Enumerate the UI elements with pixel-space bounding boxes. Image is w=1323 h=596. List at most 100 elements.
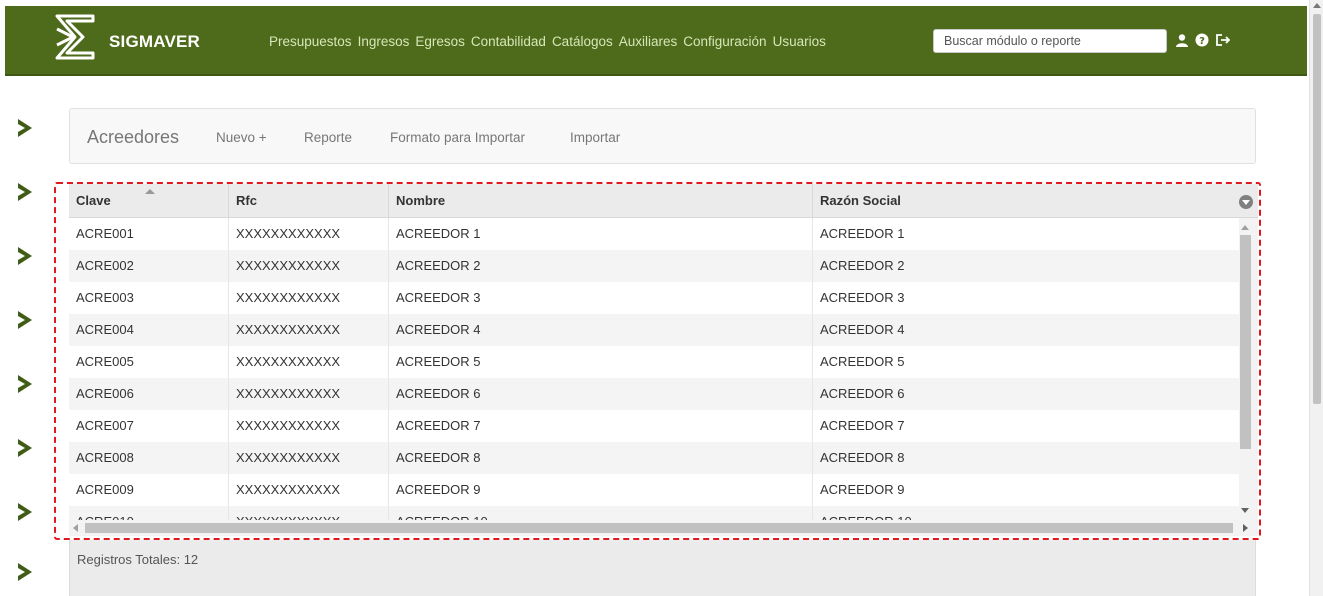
- chevron-right-icon[interactable]: [14, 561, 36, 583]
- module-toolbar: Acreedores Nuevo + Reporte Formato para …: [69, 108, 1256, 164]
- column-header-label: Nombre: [396, 193, 446, 208]
- search-input[interactable]: [933, 29, 1167, 53]
- cell-rfc: XXXXXXXXXXXX: [229, 346, 389, 378]
- top-navbar: SIGMAVER Presupuestos Ingresos Egresos C…: [5, 6, 1307, 76]
- scroll-down-arrow-icon[interactable]: [1241, 508, 1249, 513]
- chevron-right-icon[interactable]: [14, 437, 36, 459]
- cell-rfc: XXXXXXXXXXXX: [229, 218, 389, 250]
- grid-vertical-scrollbar[interactable]: [1239, 218, 1258, 520]
- menu-item-ingresos[interactable]: Ingresos: [358, 34, 410, 49]
- cell-nombre: ACREEDOR 2: [389, 250, 813, 282]
- column-header-rfc[interactable]: Rfc: [229, 184, 389, 218]
- cell-nombre: ACREEDOR 5: [389, 346, 813, 378]
- column-header-razon-social[interactable]: Razón Social: [813, 184, 1239, 218]
- total-records-label: Registros Totales: 12: [77, 552, 199, 567]
- chevron-right-icon[interactable]: [14, 245, 36, 267]
- main-menu: Presupuestos Ingresos Egresos Contabilid…: [269, 34, 826, 49]
- cell-nombre: ACREEDOR 3: [389, 282, 813, 314]
- scroll-up-arrow-icon[interactable]: [1241, 225, 1249, 230]
- menu-item-contabilidad[interactable]: Contabilidad: [471, 34, 546, 49]
- report-button[interactable]: Reporte: [304, 130, 352, 145]
- cell-clave: ACRE005: [69, 346, 229, 378]
- table-row[interactable]: ACRE006 XXXXXXXXXXXX ACREEDOR 6 ACREEDOR…: [69, 378, 1239, 410]
- table-row[interactable]: ACRE009 XXXXXXXXXXXX ACREEDOR 9 ACREEDOR…: [69, 474, 1239, 506]
- cell-rfc: XXXXXXXXXXXX: [229, 314, 389, 346]
- cell-razon-social: ACREEDOR 7: [820, 418, 905, 433]
- table-row[interactable]: ACRE004 XXXXXXXXXXXX ACREEDOR 4 ACREEDOR…: [69, 314, 1239, 346]
- column-header-label: Razón Social: [820, 193, 901, 208]
- cell-clave: ACRE008: [69, 442, 229, 474]
- table-row[interactable]: ACRE008 XXXXXXXXXXXX ACREEDOR 8 ACREEDOR…: [69, 442, 1239, 474]
- cell-clave: ACRE007: [69, 410, 229, 442]
- page-title: Acreedores: [87, 127, 180, 147]
- nav-icons: ?: [1175, 33, 1231, 47]
- menu-item-auxiliares[interactable]: Auxiliares: [619, 34, 678, 49]
- creditors-grid: Clave Rfc Nombre Razón Social ACRE001 XX…: [69, 184, 1258, 536]
- chevron-right-icon[interactable]: [14, 117, 36, 139]
- user-icon[interactable]: [1175, 33, 1189, 47]
- menu-item-catalogos[interactable]: Catálogos: [552, 34, 613, 49]
- new-button[interactable]: Nuevo +: [216, 130, 267, 145]
- cell-razon-social: ACREEDOR 4: [820, 322, 905, 337]
- table-row[interactable]: ACRE002 XXXXXXXXXXXX ACREEDOR 2 ACREEDOR…: [69, 250, 1239, 282]
- cell-rfc: XXXXXXXXXXXX: [229, 250, 389, 282]
- import-button[interactable]: Importar: [570, 130, 620, 145]
- sort-ascending-icon: [145, 189, 155, 194]
- table-row[interactable]: ACRE005 XXXXXXXXXXXX ACREEDOR 5 ACREEDOR…: [69, 346, 1239, 378]
- table-row[interactable]: ACRE007 XXXXXXXXXXXX ACREEDOR 7 ACREEDOR…: [69, 410, 1239, 442]
- menu-item-configuracion[interactable]: Configuración: [683, 34, 766, 49]
- cell-nombre: ACREEDOR 6: [389, 378, 813, 410]
- cell-razon-social: ACREEDOR 9: [820, 482, 905, 497]
- table-row[interactable]: ACRE001 XXXXXXXXXXXX ACREEDOR 1 ACREEDOR…: [69, 218, 1239, 250]
- cell-clave: ACRE003: [69, 282, 229, 314]
- cell-rfc: XXXXXXXXXXXX: [229, 378, 389, 410]
- cell-rfc: XXXXXXXXXXXX: [229, 282, 389, 314]
- grid-body: ACRE001 XXXXXXXXXXXX ACREEDOR 1 ACREEDOR…: [69, 218, 1239, 520]
- menu-item-presupuestos[interactable]: Presupuestos: [269, 34, 352, 49]
- grid-vertical-scrollbar-thumb[interactable]: [1240, 235, 1251, 449]
- cell-razon-social: ACREEDOR 3: [820, 290, 905, 305]
- grid-footer: Registros Totales: 12: [69, 540, 1256, 596]
- column-header-label: Rfc: [236, 193, 257, 208]
- cell-nombre: ACREEDOR 1: [389, 218, 813, 250]
- column-menu-icon[interactable]: [1239, 195, 1253, 209]
- column-header-nombre[interactable]: Nombre: [389, 184, 813, 218]
- table-row[interactable]: ACRE003 XXXXXXXXXXXX ACREEDOR 3 ACREEDOR…: [69, 282, 1239, 314]
- cell-razon-social: ACREEDOR 2: [820, 258, 905, 273]
- chevron-right-icon[interactable]: [14, 181, 36, 203]
- cell-razon-social: ACREEDOR 1: [820, 226, 905, 241]
- table-row[interactable]: ACRE010 XXXXXXXXXXXX ACREEDOR 10 ACREEDO…: [69, 506, 1239, 520]
- grid-header: Clave Rfc Nombre Razón Social: [69, 184, 1258, 218]
- cell-clave: ACRE002: [69, 250, 229, 282]
- page-scrollbar-thumb[interactable]: [1313, 14, 1321, 404]
- cell-razon-social: ACREEDOR 8: [820, 450, 905, 465]
- cell-clave: ACRE006: [69, 378, 229, 410]
- import-format-button[interactable]: Formato para Importar: [390, 130, 525, 145]
- menu-item-egresos[interactable]: Egresos: [415, 34, 465, 49]
- brand-name[interactable]: SIGMAVER: [109, 32, 200, 52]
- grid-horizontal-scrollbar[interactable]: [69, 520, 1258, 536]
- cell-nombre: ACREEDOR 4: [389, 314, 813, 346]
- chevron-right-icon[interactable]: [14, 373, 36, 395]
- cell-razon-social: ACREEDOR 10: [813, 506, 1239, 520]
- help-icon[interactable]: ?: [1195, 33, 1209, 47]
- cell-rfc: XXXXXXXXXXXX: [229, 410, 389, 442]
- scroll-up-arrow-icon[interactable]: [1313, 3, 1321, 8]
- menu-item-usuarios[interactable]: Usuarios: [773, 34, 826, 49]
- chevron-right-icon[interactable]: [14, 309, 36, 331]
- cell-clave: ACRE001: [69, 218, 229, 250]
- cell-razon-social: ACREEDOR 5: [820, 354, 905, 369]
- sigmaver-logo-icon[interactable]: [53, 12, 97, 62]
- grid-horizontal-scrollbar-thumb[interactable]: [85, 523, 1233, 533]
- cell-nombre: ACREEDOR 10: [389, 506, 813, 520]
- chevron-right-icon[interactable]: [14, 501, 36, 523]
- cell-nombre: ACREEDOR 9: [389, 474, 813, 506]
- logout-icon[interactable]: [1215, 33, 1231, 47]
- column-header-label: Clave: [76, 193, 111, 208]
- cell-nombre: ACREEDOR 7: [389, 410, 813, 442]
- scroll-left-arrow-icon[interactable]: [73, 524, 78, 532]
- page-scrollbar[interactable]: [1309, 0, 1323, 596]
- cell-clave: ACRE009: [69, 474, 229, 506]
- column-header-clave[interactable]: Clave: [69, 184, 229, 218]
- scroll-right-arrow-icon[interactable]: [1243, 524, 1248, 532]
